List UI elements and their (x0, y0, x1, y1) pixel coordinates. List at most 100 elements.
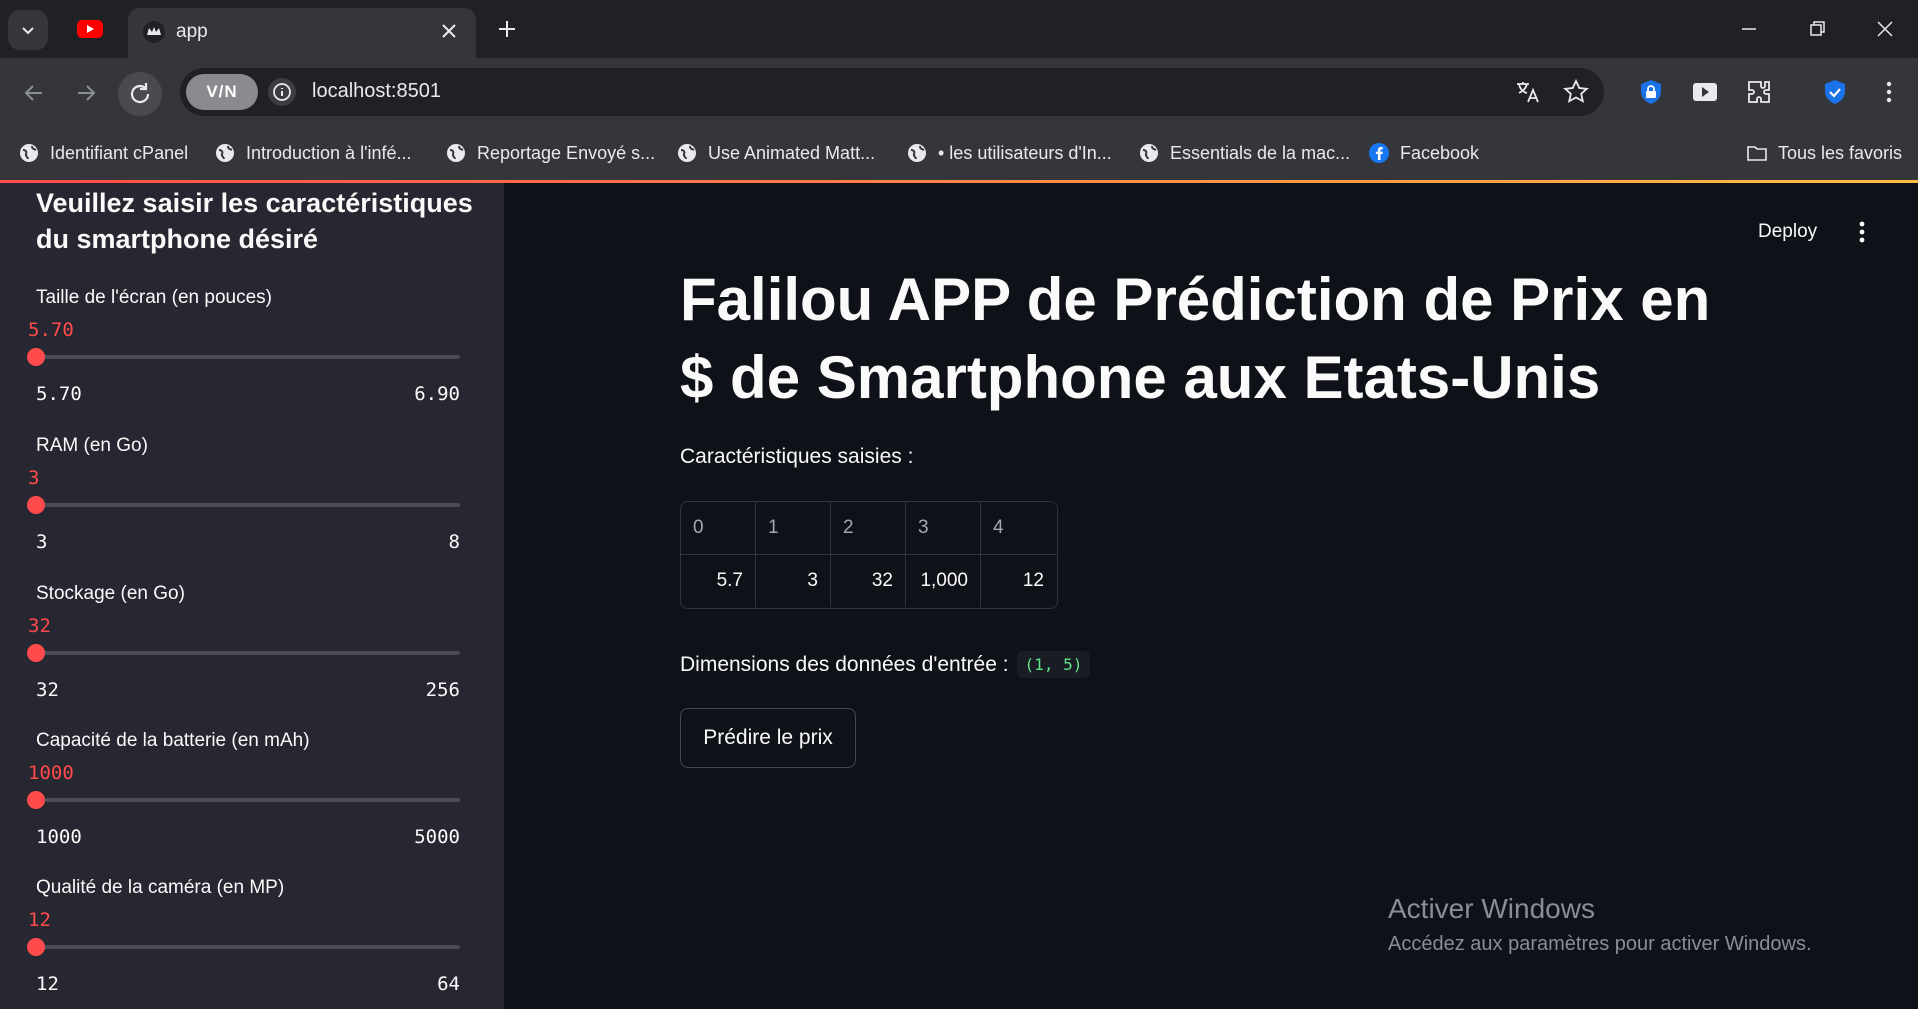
vpn-button[interactable]: V/N (186, 74, 258, 110)
slider-track[interactable] (36, 651, 460, 655)
slider-thumb[interactable] (27, 644, 45, 662)
slider-min-label: 32 (36, 679, 59, 701)
browser-toolbar: V/N localhost:8501 (0, 58, 1918, 128)
forward-icon[interactable] (70, 77, 102, 109)
table-row: 5.7 3 32 1,000 12 (681, 554, 1057, 607)
bookmark-star-icon[interactable] (1562, 78, 1590, 106)
globe-icon (447, 144, 465, 162)
browser-tab-strip: app (0, 0, 1918, 58)
table-cell[interactable]: 5.7 (681, 555, 756, 607)
ram-slider: RAM (en Go) 3 3 8 (27, 435, 460, 575)
slider-min-label: 5.70 (36, 383, 82, 405)
slider-track[interactable] (36, 355, 460, 359)
minimize-icon[interactable] (1736, 16, 1762, 42)
deploy-button[interactable]: Deploy (1758, 221, 1817, 243)
battery-slider: Capacité de la batterie (en mAh) 1000 10… (27, 730, 460, 870)
slider-thumb[interactable] (27, 496, 45, 514)
bookmark-item[interactable]: Facebook (1368, 138, 1479, 168)
table-header-row: 0 1 2 3 4 (681, 502, 1057, 554)
youtube-tab[interactable] (70, 14, 110, 44)
slider-track[interactable] (36, 945, 460, 949)
reload-icon (130, 83, 150, 104)
url-text: localhost:8501 (312, 80, 441, 102)
globe-icon (908, 144, 926, 162)
slider-thumb[interactable] (27, 348, 45, 366)
camera-slider: Qualité de la caméra (en MP) 12 12 64 (27, 877, 460, 1009)
slider-min-label: 12 (36, 973, 59, 995)
screen-size-slider: Taille de l'écran (en pouces) 5.70 5.70 … (27, 287, 460, 427)
input-dimensions: Dimensions des données d'entrée : (1, 5) (680, 651, 1091, 678)
watermark-title: Activer Windows (1388, 893, 1595, 924)
windows-activation-watermark: Activer Windows Accédez aux paramètres p… (1388, 893, 1812, 956)
browser-menu-icon[interactable] (1874, 77, 1904, 107)
slider-label: Capacité de la batterie (en mAh) (36, 730, 310, 751)
all-bookmarks-button[interactable]: Tous les favoris (1746, 138, 1902, 168)
globe-icon (1140, 144, 1158, 162)
window-close-icon[interactable] (1872, 16, 1898, 42)
table-cell[interactable]: 12 (981, 555, 1056, 607)
back-icon[interactable] (18, 77, 50, 109)
dims-code: (1, 5) (1016, 651, 1091, 678)
storage-slider: Stockage (en Go) 32 32 256 (27, 583, 460, 723)
features-caption: Caractéristiques saisies : (680, 445, 914, 468)
page-title: Falilou APP de Prédiction de Prix en $ d… (680, 266, 1711, 411)
features-dataframe[interactable]: 0 1 2 3 4 5.7 3 32 1,000 12 (680, 501, 1058, 609)
column-header[interactable]: 2 (831, 502, 906, 554)
slider-max-label: 5000 (414, 826, 460, 848)
predict-price-button[interactable]: Prédire le prix (680, 708, 856, 768)
slider-max-label: 8 (448, 531, 460, 553)
video-player-icon[interactable] (1690, 77, 1720, 107)
slider-max-label: 256 (425, 679, 460, 701)
slider-thumb[interactable] (27, 938, 45, 956)
folder-icon (1747, 146, 1767, 161)
facebook-icon (1369, 143, 1389, 163)
column-header[interactable]: 3 (906, 502, 981, 554)
slider-track[interactable] (36, 798, 460, 802)
close-tab-icon[interactable] (436, 18, 462, 44)
slider-current-value: 1000 (28, 762, 74, 784)
shield-check-icon[interactable] (1820, 77, 1850, 107)
site-info-button[interactable] (268, 78, 296, 106)
address-bar[interactable]: V/N localhost:8501 (180, 68, 1604, 116)
tab-search-button[interactable] (8, 10, 48, 50)
column-header[interactable]: 4 (981, 502, 1056, 554)
table-cell[interactable]: 32 (831, 555, 906, 607)
slider-label: RAM (en Go) (36, 435, 148, 456)
sidebar: Veuillez saisir les caractéristiques du … (0, 183, 504, 1009)
slider-max-label: 6.90 (414, 383, 460, 405)
extensions-icon[interactable] (1744, 77, 1774, 107)
reload-button[interactable] (118, 72, 162, 116)
bookmark-item[interactable]: Identifiant cPanel (18, 138, 188, 168)
bookmarks-bar: Identifiant cPanel Introduction à l'infé… (0, 128, 1918, 180)
table-cell[interactable]: 1,000 (906, 555, 981, 607)
bookmark-item[interactable]: Introduction à l'infé... (214, 138, 412, 168)
watermark-subtitle: Accédez aux paramètres pour activer Wind… (1388, 933, 1812, 955)
slider-label: Stockage (en Go) (36, 583, 185, 604)
slider-thumb[interactable] (27, 791, 45, 809)
bookmark-item[interactable]: Use Animated Matt... (676, 138, 875, 168)
table-cell[interactable]: 3 (756, 555, 831, 607)
slider-min-label: 3 (36, 531, 48, 553)
slider-current-value: 5.70 (28, 319, 74, 341)
info-icon (273, 83, 291, 101)
translate-icon[interactable] (1514, 78, 1542, 106)
slider-current-value: 12 (28, 909, 51, 931)
slider-min-label: 1000 (36, 826, 82, 848)
slider-track[interactable] (36, 503, 460, 507)
bookmark-item[interactable]: Essentials de la mac... (1138, 138, 1350, 168)
active-tab[interactable]: app (128, 8, 476, 58)
bookmark-item[interactable]: • les utilisateurs d'In... (906, 138, 1112, 168)
column-header[interactable]: 0 (681, 502, 756, 554)
sidebar-heading: Veuillez saisir les caractéristiques du … (36, 188, 473, 254)
password-lock-icon[interactable] (1636, 77, 1666, 107)
tab-title: app (176, 21, 208, 42)
slider-label: Taille de l'écran (en pouces) (36, 287, 272, 308)
streamlit-crown-icon (143, 21, 165, 43)
new-tab-icon[interactable] (494, 16, 520, 42)
main-menu-icon[interactable] (1856, 219, 1868, 245)
slider-max-label: 64 (437, 973, 460, 995)
column-header[interactable]: 1 (756, 502, 831, 554)
restore-icon[interactable] (1804, 16, 1830, 42)
bookmark-item[interactable]: Reportage Envoyé s... (445, 138, 655, 168)
globe-icon (20, 144, 38, 162)
